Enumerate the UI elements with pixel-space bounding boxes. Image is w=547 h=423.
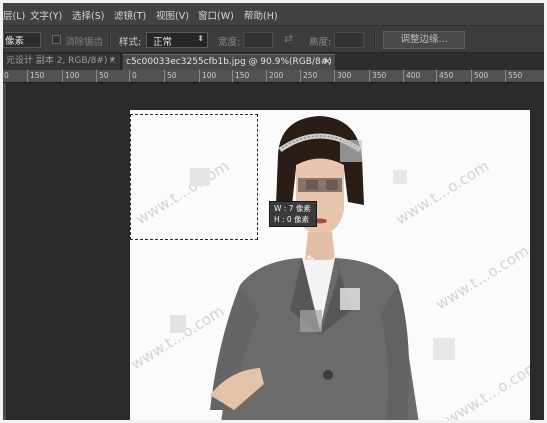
tab-label: 元设计 副本 2, RGB/8#) * — [6, 56, 115, 66]
ruler-tick — [334, 70, 335, 82]
divider — [374, 31, 376, 49]
menu-window[interactable]: 窗口(W) — [198, 8, 234, 22]
ruler-tick — [266, 70, 267, 82]
ruler-tick — [403, 70, 404, 82]
ruler-tick — [471, 70, 472, 82]
ruler-tick — [164, 70, 165, 82]
ruler-tick — [436, 70, 437, 82]
ruler-label: 350 — [372, 71, 387, 80]
photoshop-window: 层(L) 文字(Y) 选择(S) 滤镜(T) 视图(V) 窗口(W) 帮助(H)… — [3, 3, 544, 420]
ruler-tick — [505, 70, 506, 82]
menu-type[interactable]: 文字(Y) — [30, 8, 62, 22]
style-select[interactable]: 正常 ⬍ — [146, 32, 208, 48]
width-label: 宽度: — [218, 37, 241, 48]
ruler-label: 200 — [269, 71, 284, 80]
close-icon[interactable]: × — [323, 55, 331, 70]
style-select-value: 正常 — [153, 37, 173, 48]
ruler-label: 50 — [99, 71, 109, 80]
menu-help[interactable]: 帮助(H) — [244, 8, 278, 22]
menu-bar: 层(L) 文字(Y) 选择(S) 滤镜(T) 视图(V) 窗口(W) 帮助(H) — [3, 3, 544, 25]
menu-layer[interactable]: 层(L) — [3, 8, 25, 22]
ruler-label: 450 — [439, 71, 454, 80]
ruler-tick — [369, 70, 370, 82]
tab-document-1[interactable]: 元设计 副本 2, RGB/8#) * × — [3, 54, 121, 70]
options-bar: 像素 消除锯齿 样式: 正常 ⬍ 宽度: ⇄ 高度: 调整边缘... — [3, 25, 544, 53]
style-label: 样式: — [119, 37, 142, 48]
close-icon[interactable]: × — [108, 54, 116, 69]
refine-edge-button[interactable]: 调整边缘... — [383, 31, 465, 49]
tab-document-2[interactable]: c5c00033ec3255cfb1b.jpg @ 90.9%(RGB/8#) … — [123, 54, 335, 70]
height-label: 高度: — [309, 37, 332, 48]
tooltip-height: H : 0 像素 — [274, 215, 310, 224]
document-tabs: 元设计 副本 2, RGB/8#) * × c5c00033ec3255cfb1… — [3, 53, 544, 70]
anti-alias-label: 消除锯齿 — [65, 37, 104, 48]
ruler-label: 100 — [65, 71, 80, 80]
ruler-label: 500 — [474, 71, 489, 80]
vertical-ruler[interactable] — [3, 83, 6, 420]
divider — [109, 31, 111, 49]
swap-icon[interactable]: ⇄ — [284, 32, 293, 45]
tooltip-width: W : 7 像素 — [274, 204, 311, 213]
horizontal-ruler[interactable]: 0 150 100 50 0 50 100 150 200 250 300 35… — [3, 70, 544, 83]
ruler-tick — [27, 70, 28, 82]
ruler-tick — [232, 70, 233, 82]
ruler-label: 50 — [167, 71, 177, 80]
anti-alias-checkbox[interactable] — [52, 35, 61, 44]
tab-label: c5c00033ec3255cfb1b.jpg @ 90.9%(RGB/8#) — [126, 57, 332, 67]
ruler-label: 100 — [202, 71, 217, 80]
ruler-label: 550 — [508, 71, 523, 80]
ruler-label: 300 — [337, 71, 352, 80]
ruler-label: 250 — [303, 71, 318, 80]
menu-select[interactable]: 选择(S) — [72, 8, 104, 22]
width-input[interactable] — [243, 32, 273, 48]
ruler-tick — [199, 70, 200, 82]
ruler-label: 400 — [406, 71, 421, 80]
ruler-label: 0 — [4, 71, 9, 80]
feather-unit-label: 像素 — [5, 36, 25, 47]
ruler-tick — [96, 70, 97, 82]
ruler-tick — [129, 70, 130, 82]
height-input[interactable] — [334, 32, 364, 48]
dropdown-arrows-icon: ⬍ — [197, 34, 204, 43]
ruler-tick — [62, 70, 63, 82]
menu-filter[interactable]: 滤镜(T) — [114, 8, 146, 22]
ruler-label: 150 — [30, 71, 45, 80]
menu-view[interactable]: 视图(V) — [156, 8, 189, 22]
selection-size-tooltip: W : 7 像素 H : 0 像素 — [269, 201, 317, 227]
selection-marquee[interactable] — [130, 114, 258, 240]
ruler-label: 0 — [132, 71, 137, 80]
ruler-label: 150 — [235, 71, 250, 80]
ruler-tick — [300, 70, 301, 82]
